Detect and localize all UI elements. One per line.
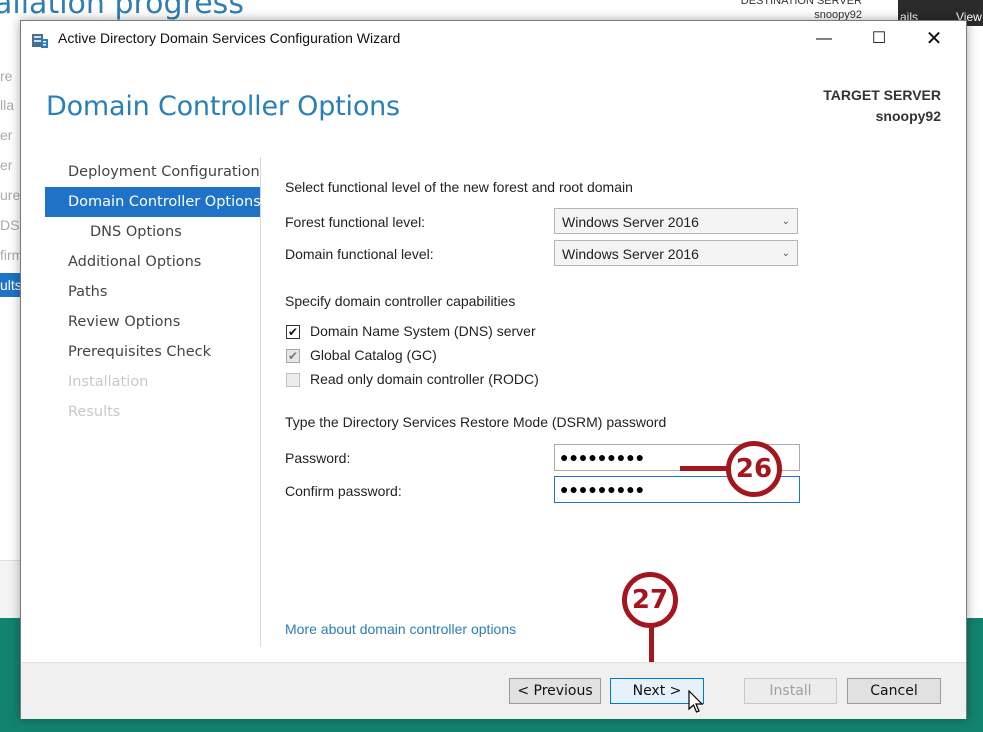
global-catalog-label: Global Catalog (GC) — [310, 347, 437, 363]
dns-server-checkbox[interactable]: ✔ — [286, 325, 300, 339]
nav-item-paths[interactable]: Paths — [45, 277, 260, 307]
background-results-item: ults — [0, 273, 20, 297]
nav-item-additional-options[interactable]: Additional Options — [45, 247, 260, 277]
background-sidebar-fragment: DS — [0, 217, 20, 233]
wizard-nav: Deployment Configuration Domain Controll… — [45, 157, 261, 427]
rodc-checkbox — [286, 373, 300, 387]
background-destination: DESTINATION SERVER snoopy92 — [740, 0, 862, 22]
nav-item-prerequisites-check[interactable]: Prerequisites Check — [45, 337, 260, 367]
forest-level-label: Forest functional level: — [285, 214, 426, 230]
minimize-button[interactable]: — — [801, 21, 847, 57]
window-title: Active Directory Domain Services Configu… — [58, 30, 401, 46]
domain-level-value: Windows Server 2016 — [562, 246, 699, 262]
close-button[interactable]: ✕ — [911, 21, 957, 57]
nav-item-results: Results — [68, 404, 121, 420]
functional-level-heading: Select functional level of the new fores… — [285, 179, 633, 195]
background-right-strip — [966, 26, 983, 626]
background-sidebar-fragment: er — [0, 157, 13, 173]
target-server-name: snoopy92 — [875, 108, 941, 124]
dsrm-heading: Type the Directory Services Restore Mode… — [285, 414, 667, 430]
nav-item-dns-options[interactable]: DNS Options — [45, 217, 260, 247]
callout-26-line — [680, 466, 730, 471]
background-sidebar-fragment: lla — [0, 97, 15, 113]
target-server-label: TARGET SERVER — [823, 87, 941, 103]
previous-button[interactable]: < Previous — [509, 678, 601, 704]
rodc-label: Read only domain controller (RODC) — [310, 371, 539, 387]
more-about-link[interactable]: More about domain controller options — [285, 621, 516, 637]
global-catalog-checkbox: ✔ — [286, 349, 300, 363]
maximize-button[interactable]: ☐ — [856, 21, 902, 57]
nav-item-deployment-configuration[interactable]: Deployment Configuration — [45, 157, 260, 187]
nav-divider — [260, 157, 261, 647]
domain-level-label: Domain functional level: — [285, 246, 434, 262]
chevron-down-icon: ⌄ — [781, 216, 790, 227]
mouse-pointer-icon — [688, 690, 704, 713]
background-sidebar-fragment: er — [0, 127, 13, 143]
background-sidebar-fragment: re — [0, 68, 13, 84]
callout-27: 27 — [622, 572, 678, 628]
page-title: Domain Controller Options — [46, 91, 400, 122]
background-sidebar-fragment: ure — [0, 187, 21, 203]
domain-level-select[interactable]: Windows Server 2016 ⌄ — [554, 240, 798, 266]
install-button: Install — [744, 678, 837, 704]
password-label: Password: — [285, 450, 351, 466]
destination-label: DESTINATION SERVER — [740, 0, 862, 7]
callout-26: 26 — [726, 441, 782, 497]
cancel-button[interactable]: Cancel — [847, 678, 941, 704]
wizard-window: Active Directory Domain Services Configu… — [20, 20, 967, 719]
dns-server-label[interactable]: Domain Name System (DNS) server — [310, 323, 536, 339]
nav-item-installation: Installation — [68, 374, 149, 390]
wizard-footer: < Previous Next > Install Cancel — [21, 662, 966, 719]
chevron-down-icon: ⌄ — [781, 248, 790, 259]
forest-level-value: Windows Server 2016 — [562, 214, 699, 230]
background-title: allation progress — [0, 0, 244, 21]
capabilities-heading: Specify domain controller capabilities — [285, 293, 516, 309]
title-bar[interactable]: Active Directory Domain Services Configu… — [21, 21, 966, 57]
confirm-password-label: Confirm password: — [285, 483, 402, 499]
callout-27-line — [649, 626, 654, 662]
nav-item-review-options[interactable]: Review Options — [45, 307, 260, 337]
nav-item-domain-controller-options[interactable]: Domain Controller Options — [45, 187, 261, 217]
server-manager-icon — [32, 34, 48, 48]
forest-level-select[interactable]: Windows Server 2016 ⌄ — [554, 208, 798, 234]
